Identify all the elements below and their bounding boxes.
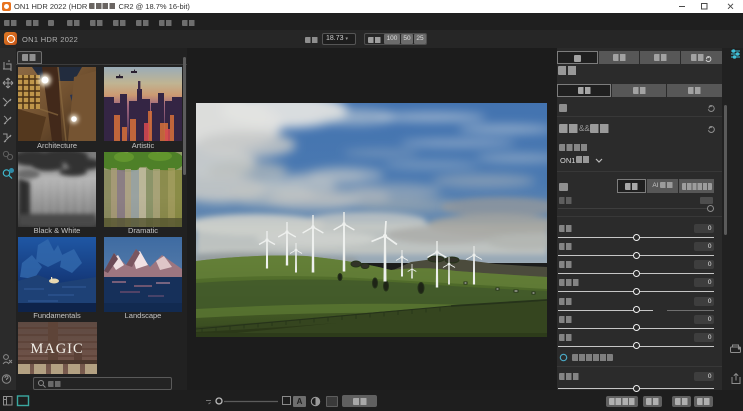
svg-text:MAGIC: MAGIC <box>30 341 83 357</box>
